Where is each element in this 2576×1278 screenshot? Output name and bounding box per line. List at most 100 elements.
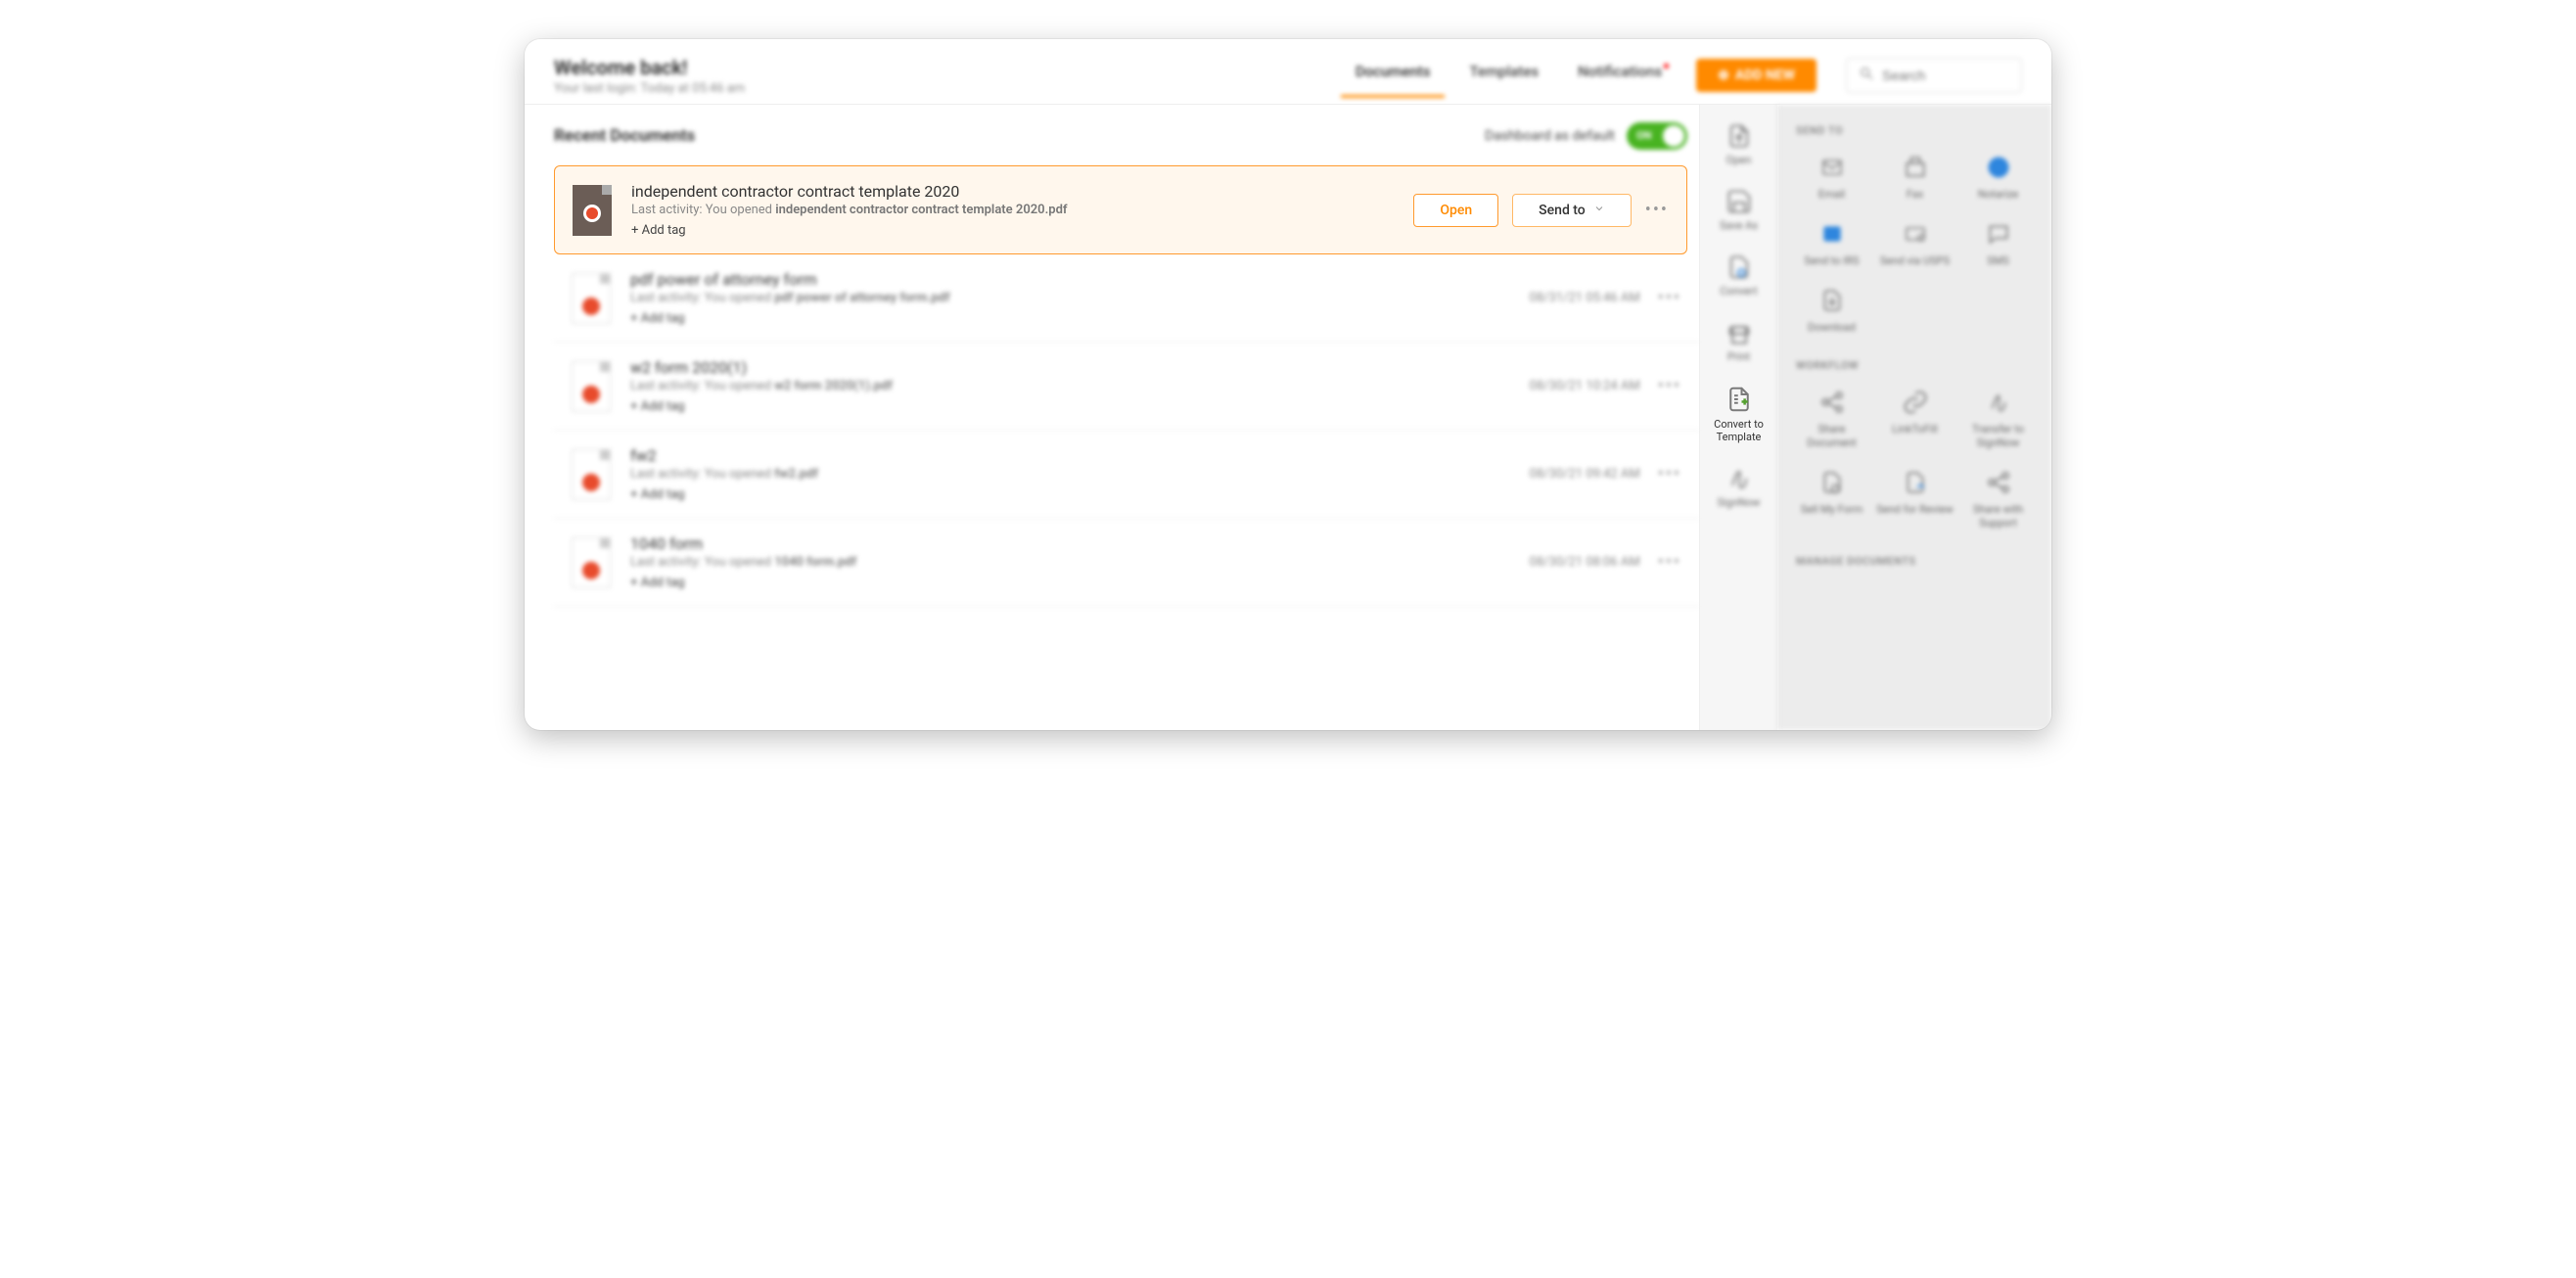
printer-icon [1725, 319, 1753, 346]
panel-support[interactable]: Share with Support [1956, 462, 2040, 536]
fax-icon [1899, 153, 1932, 182]
document-card[interactable]: fw2 Last activity: You opened fw2.pdf Ad… [554, 431, 1699, 519]
document-thumbnail [572, 537, 611, 588]
tab-documents[interactable]: Documents [1356, 53, 1431, 98]
panel-sms[interactable]: SMS [1956, 213, 2040, 274]
more-menu-button[interactable]: ••• [1658, 552, 1681, 572]
rail-convert-label: Convert [1702, 285, 1775, 297]
panel-grid-workflow: Share Document LinkToFill Transfer to Si… [1786, 382, 2044, 549]
panel-transfer-signnow[interactable]: Transfer to SignNow [1956, 382, 2040, 456]
support-icon [1982, 468, 2015, 497]
document-activity: Last activity: You opened independent co… [631, 203, 1394, 217]
more-menu-button[interactable]: ••• [1658, 376, 1681, 396]
sell-icon [1816, 468, 1849, 497]
document-activity: Last activity: You opened 1040 form.pdf [630, 555, 1510, 570]
document-card-selected[interactable]: independent contractor contract template… [554, 165, 1687, 254]
add-tag-button[interactable]: Add tag [630, 575, 1510, 590]
notarize-icon [1982, 153, 2015, 182]
document-card[interactable]: w2 form 2020(1) Last activity: You opene… [554, 342, 1699, 431]
rail-save-as[interactable]: Save As [1700, 180, 1777, 246]
panel-section-sendto: SEND TO [1786, 118, 2044, 147]
panel-section-workflow: WORKFLOW [1786, 353, 2044, 382]
document-date: 08/30/21 10:24 AM [1530, 379, 1640, 393]
dashboard-default-toggle[interactable]: ON [1627, 122, 1687, 150]
welcome-block: Welcome back! Your last login: Today at … [554, 56, 745, 96]
last-login: Your last login: Today at 05:46 am [554, 81, 745, 96]
download-icon [1816, 286, 1849, 315]
document-title: independent contractor contract template… [631, 182, 1394, 201]
tab-strip: Documents Templates Notifications [1356, 53, 1667, 98]
panel-usps[interactable]: Send via USPS [1873, 213, 1956, 274]
panel-download[interactable]: Download [1790, 280, 1873, 341]
panel-review[interactable]: Send for Review [1873, 462, 1956, 536]
tab-notifications[interactable]: Notifications [1578, 53, 1667, 98]
document-actions: 08/30/21 10:24 AM ••• [1530, 376, 1681, 396]
panel-email[interactable]: Email [1790, 147, 1873, 207]
rail-convert-template-label: Convert to Template [1702, 418, 1775, 443]
rail-signnow-label: SignNow [1702, 496, 1775, 509]
rail-signnow[interactable]: SignNow [1700, 457, 1777, 523]
document-info: pdf power of attorney form Last activity… [630, 270, 1510, 326]
document-actions: 08/30/21 09:42 AM ••• [1530, 464, 1681, 484]
plus-circle-icon: ⊕ [1718, 68, 1729, 83]
section-header: Recent Documents Dashboard as default ON [554, 122, 1699, 150]
rail-open[interactable]: Open [1700, 114, 1777, 180]
rail-save-as-label: Save As [1702, 219, 1775, 232]
dashboard-default-toggle-wrap: Dashboard as default ON [1485, 122, 1687, 150]
add-tag-button[interactable]: Add tag [630, 487, 1510, 502]
rail-open-label: Open [1702, 154, 1775, 166]
document-info: fw2 Last activity: You opened fw2.pdf Ad… [630, 446, 1510, 502]
more-menu-button[interactable]: ••• [1658, 464, 1681, 484]
search-box[interactable] [1846, 58, 2022, 93]
document-title: pdf power of attorney form [630, 270, 1510, 289]
add-new-button[interactable]: ⊕ ADD NEW [1696, 59, 1817, 92]
share-icon [1816, 388, 1849, 417]
document-thumbnail [572, 449, 611, 500]
document-thumbnail [573, 185, 612, 236]
document-info: 1040 form Last activity: You opened 1040… [630, 534, 1510, 590]
send-to-label: Send to [1539, 203, 1586, 218]
rail-print-label: Print [1702, 350, 1775, 363]
document-date: 08/30/21 09:42 AM [1530, 467, 1640, 481]
rail-print[interactable]: Print [1700, 311, 1777, 377]
document-date: 08/31/21 05:46 AM [1530, 291, 1640, 305]
review-icon [1899, 468, 1932, 497]
add-tag-button[interactable]: Add tag [630, 311, 1510, 326]
file-arrow-icon [1725, 122, 1753, 150]
rail-convert-template[interactable]: Convert to Template [1700, 377, 1777, 457]
document-title: 1040 form [630, 534, 1510, 553]
document-card[interactable]: pdf power of attorney form Last activity… [554, 254, 1699, 342]
document-actions: 08/31/21 05:46 AM ••• [1530, 288, 1681, 308]
sms-icon [1982, 219, 2015, 249]
signnow-icon [1725, 465, 1753, 492]
document-date: 08/30/21 08:06 AM [1530, 555, 1640, 570]
send-to-button[interactable]: Send to [1512, 194, 1632, 227]
search-input[interactable] [1882, 68, 2009, 83]
main-pane: Recent Documents Dashboard as default ON… [525, 105, 1699, 730]
document-list: independent contractor contract template… [554, 165, 1699, 607]
panel-sell[interactable]: Sell My Form [1790, 462, 1873, 536]
document-card[interactable]: 1040 form Last activity: You opened 1040… [554, 519, 1699, 607]
document-thumbnail [572, 273, 611, 324]
more-menu-button[interactable]: ••• [1658, 288, 1681, 308]
action-panel: SEND TO Email Fax Notarize Send to IRS [1777, 105, 2051, 730]
template-icon [1725, 385, 1754, 414]
add-tag-button[interactable]: Add tag [630, 399, 1510, 414]
topbar: Welcome back! Your last login: Today at … [525, 39, 2051, 98]
open-button[interactable]: Open [1413, 194, 1498, 227]
panel-notarize[interactable]: Notarize [1956, 147, 2040, 207]
panel-linktofill[interactable]: LinkToFill [1873, 382, 1956, 456]
chevron-down-icon [1593, 203, 1605, 218]
link-icon [1899, 388, 1932, 417]
tab-templates[interactable]: Templates [1469, 53, 1539, 98]
panel-fax[interactable]: Fax [1873, 147, 1956, 207]
document-info: w2 form 2020(1) Last activity: You opene… [630, 358, 1510, 414]
panel-share[interactable]: Share Document [1790, 382, 1873, 456]
document-title: w2 form 2020(1) [630, 358, 1510, 377]
rail-convert[interactable]: Convert [1700, 246, 1777, 311]
mini-rail: Open Save As Convert Print Convert to Te… [1699, 105, 1777, 730]
panel-irs[interactable]: Send to IRS [1790, 213, 1873, 274]
panel-grid-sendto: Email Fax Notarize Send to IRS Send via … [1786, 147, 2044, 353]
more-menu-button[interactable]: ••• [1645, 200, 1669, 220]
add-tag-button[interactable]: Add tag [631, 223, 1394, 238]
